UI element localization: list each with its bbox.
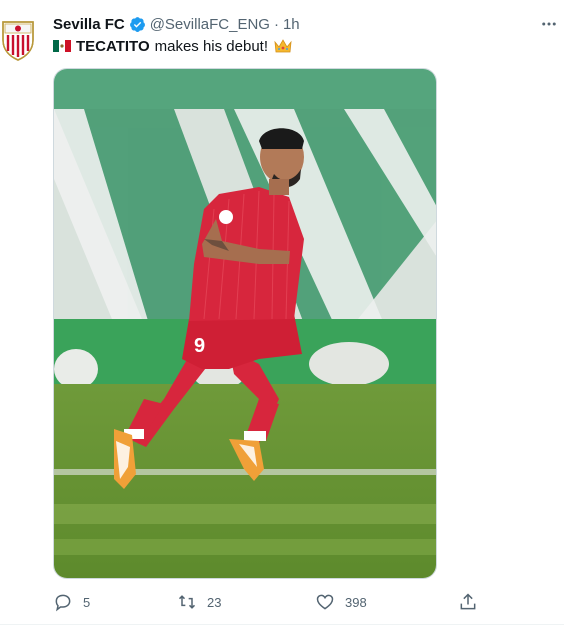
tweet-timestamp[interactable]: 1h (283, 16, 300, 33)
tweet-actions: 5 23 398 (53, 590, 493, 614)
heart-icon (316, 594, 334, 610)
mexico-flag-icon (53, 40, 71, 52)
tweet[interactable]: Sevilla FC @SevillaFC_ENG · 1h TECATITO … (0, 0, 564, 625)
share-icon (460, 593, 476, 610)
sevilla-crest-icon (2, 21, 34, 61)
like-count: 398 (345, 594, 367, 610)
avatar[interactable] (0, 18, 36, 62)
tweet-photo[interactable]: 9 (53, 68, 437, 579)
shorts-number: 9 (194, 335, 205, 357)
separator-dot: · (273, 15, 279, 33)
verified-badge-icon (129, 16, 145, 32)
tweet-text-bold: TECATITO (76, 37, 150, 55)
tweet-header: Sevilla FC @SevillaFC_ENG · 1h (53, 14, 300, 34)
share-button[interactable] (458, 590, 478, 614)
more-dots-icon (542, 22, 556, 26)
like-button[interactable]: 398 (315, 590, 367, 614)
tweet-text: TECATITO makes his debut! (53, 36, 293, 56)
reply-count: 5 (83, 594, 91, 610)
reply-button[interactable]: 5 (53, 590, 90, 614)
player-photo: 9 (54, 69, 436, 578)
tweet-text-rest: makes his debut! (154, 37, 269, 55)
retweet-icon (178, 595, 196, 609)
more-options-button[interactable] (538, 14, 560, 34)
reply-icon (55, 594, 71, 612)
author-name[interactable]: Sevilla FC (53, 16, 125, 33)
author-handle[interactable]: @SevillaFC_ENG (150, 16, 270, 33)
crown-emoji-icon (274, 39, 292, 53)
retweet-count: 23 (207, 594, 222, 610)
retweet-button[interactable]: 23 (177, 590, 221, 614)
